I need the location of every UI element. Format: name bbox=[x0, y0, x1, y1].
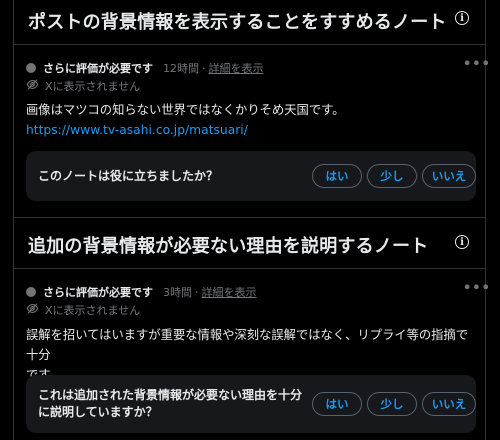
avatar bbox=[26, 63, 36, 73]
visibility-row: Xに表示されません bbox=[26, 302, 140, 318]
hidden-label: Xに表示されません bbox=[45, 80, 141, 93]
note-body: 画像はマツコの知らない世界ではなくかりそめ天国です。 https://www.t… bbox=[26, 100, 476, 140]
info-icon[interactable]: i bbox=[455, 11, 469, 25]
feedback-question-line: に説明していますか？ bbox=[38, 405, 158, 419]
no-button[interactable]: いいえ bbox=[422, 392, 476, 416]
timestamp: 3時間 bbox=[163, 286, 192, 299]
info-icon[interactable]: i bbox=[455, 235, 469, 249]
meta-separator: · bbox=[195, 285, 199, 299]
more-horizontal-icon[interactable]: ••• bbox=[463, 281, 491, 296]
eye-slash-icon bbox=[26, 302, 39, 318]
status-badge: さらに評価が必要です bbox=[43, 62, 153, 75]
status-badge: さらに評価が必要です bbox=[43, 286, 153, 299]
somewhat-button[interactable]: 少し bbox=[367, 392, 417, 416]
visibility-row: Xに表示されません bbox=[26, 78, 140, 94]
timestamp: 12時間 bbox=[163, 62, 199, 75]
note-section-show-context: ポストの背景情報を表示することをすすめるノート i さらに評価が必要です 12時… bbox=[14, 0, 490, 218]
note-meta: さらに評価が必要です 3時間 · 詳細を表示 bbox=[26, 284, 257, 300]
eye-slash-icon bbox=[26, 78, 39, 94]
meta-separator: · bbox=[202, 61, 206, 75]
no-button[interactable]: いいえ bbox=[422, 164, 476, 188]
note-meta: さらに評価が必要です 12時間 · 詳細を表示 bbox=[26, 60, 264, 76]
more-horizontal-icon[interactable]: ••• bbox=[463, 57, 491, 72]
note-text-line: 誤解を招いてはいますが重要な情報や深刻な誤解ではなく、リプライ等の指摘で十分 bbox=[26, 328, 469, 362]
notes-panel: ポストの背景情報を表示することをすすめるノート i さらに評価が必要です 12時… bbox=[13, 0, 490, 440]
note-url-link[interactable]: https://www.tv-asahi.co.jp/matsuari/ bbox=[26, 120, 476, 140]
divider bbox=[14, 44, 485, 45]
feedback-card: これは追加された背景情報が必要ない理由を十分 に説明していますか？ はい 少し … bbox=[26, 375, 476, 433]
details-link[interactable]: 詳細を表示 bbox=[209, 60, 264, 76]
divider bbox=[14, 268, 485, 269]
details-link[interactable]: 詳細を表示 bbox=[202, 284, 257, 300]
section-title: ポストの背景情報を表示することをすすめるノート bbox=[28, 12, 447, 33]
feedback-card: このノートは役に立ちましたか？ はい 少し いいえ bbox=[26, 151, 476, 201]
feedback-question: このノートは役に立ちましたか？ bbox=[38, 169, 219, 183]
feedback-question-line: これは追加された背景情報が必要ない理由を十分 bbox=[38, 388, 303, 402]
yes-button[interactable]: はい bbox=[312, 392, 362, 416]
avatar bbox=[26, 287, 36, 297]
note-section-no-context: 追加の背景情報が必要ない理由を説明するノート i さらに評価が必要です 3時間 … bbox=[14, 218, 490, 440]
hidden-label: Xに表示されません bbox=[45, 304, 141, 317]
note-text: 画像はマツコの知らない世界ではなくかりそめ天国です。 bbox=[26, 103, 345, 117]
section-title: 追加の背景情報が必要ない理由を説明するノート bbox=[28, 236, 429, 257]
yes-button[interactable]: はい bbox=[312, 164, 362, 188]
somewhat-button[interactable]: 少し bbox=[367, 164, 417, 188]
feedback-question: これは追加された背景情報が必要ない理由を十分 に説明していますか？ bbox=[38, 387, 302, 421]
